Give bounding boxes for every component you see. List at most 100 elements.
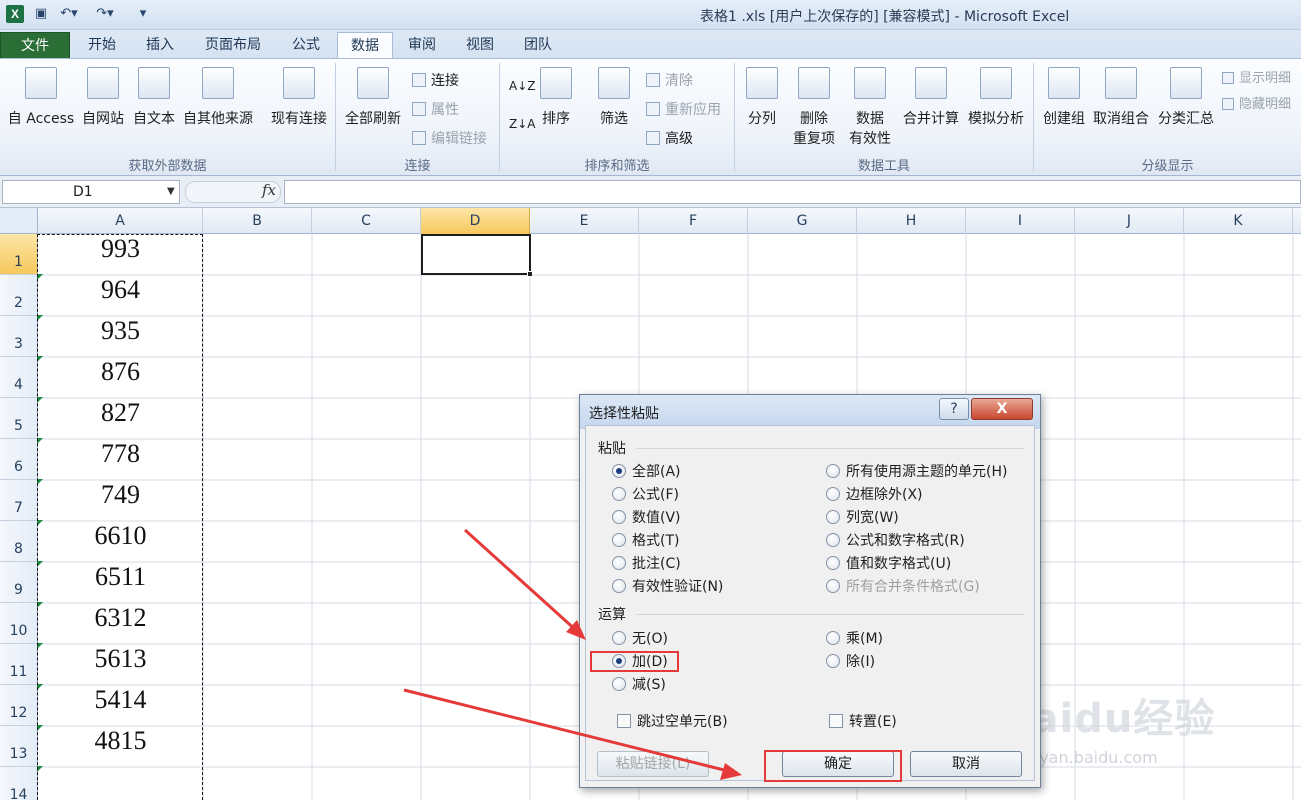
sort-ascending-icon[interactable]: A↓Z bbox=[509, 79, 535, 93]
paste-section-label: 粘贴 bbox=[598, 441, 626, 457]
column-header-b[interactable]: B bbox=[203, 208, 312, 234]
column-header-k[interactable]: K bbox=[1184, 208, 1293, 234]
tab-insert[interactable]: 插入 bbox=[134, 32, 186, 59]
formula-input[interactable] bbox=[284, 180, 1301, 204]
dialog-title-bar[interactable]: 选择性粘贴 ? X bbox=[580, 395, 1040, 429]
paste-option[interactable]: 格式(T) bbox=[612, 531, 679, 551]
redo-icon[interactable]: ↷▾ bbox=[94, 5, 116, 23]
column-header-d[interactable]: D bbox=[421, 208, 530, 234]
row-header-1[interactable]: 1 bbox=[0, 234, 37, 275]
save-icon[interactable]: ▣ bbox=[32, 5, 50, 23]
text-to-columns-button[interactable]: 分列 bbox=[744, 67, 780, 129]
operation-option[interactable]: 除(I) bbox=[826, 652, 875, 672]
tab-view[interactable]: 视图 bbox=[454, 32, 506, 59]
sort-button[interactable]: 排序 bbox=[538, 67, 574, 129]
sort-descending-icon[interactable]: Z↓A bbox=[509, 117, 535, 131]
consolidate-button[interactable]: 合并计算 bbox=[900, 67, 962, 129]
paste-option[interactable]: 有效性验证(N) bbox=[612, 577, 723, 597]
cancel-button[interactable]: 取消 bbox=[910, 751, 1022, 777]
hide-detail-button[interactable]: 隐藏明细 bbox=[1222, 93, 1291, 112]
transpose-checkbox[interactable]: 转置(E) bbox=[829, 712, 897, 732]
row-header-2[interactable]: 2 bbox=[0, 275, 37, 316]
from-web-button[interactable]: 自网站 bbox=[78, 67, 128, 129]
column-header-c[interactable]: C bbox=[312, 208, 421, 234]
select-all-corner[interactable] bbox=[0, 208, 38, 234]
from-other-sources-button[interactable]: 自其他来源 bbox=[180, 67, 256, 129]
advanced-filter-button[interactable]: 高级 bbox=[646, 128, 693, 148]
ungroup-button[interactable]: 取消组合 bbox=[1090, 67, 1152, 129]
active-cell-d1[interactable] bbox=[421, 234, 531, 275]
operation-option[interactable]: 乘(M) bbox=[826, 629, 883, 649]
paste-option[interactable]: 公式和数字格式(R) bbox=[826, 531, 965, 551]
row-header-8[interactable]: 8 bbox=[0, 521, 37, 562]
tab-page-layout[interactable]: 页面布局 bbox=[196, 32, 270, 59]
formula-bar: D1 ▼ fx bbox=[0, 176, 1301, 208]
subtotal-button[interactable]: 分类汇总 bbox=[1155, 67, 1217, 129]
chevron-down-icon[interactable]: ▼ bbox=[167, 181, 175, 203]
properties-button[interactable]: 属性 bbox=[412, 99, 459, 119]
refresh-all-button[interactable]: 全部刷新 bbox=[342, 67, 404, 129]
column-header-g[interactable]: G bbox=[748, 208, 857, 234]
edit-links-button[interactable]: 编辑链接 bbox=[412, 128, 487, 148]
column-header-j[interactable]: J bbox=[1075, 208, 1184, 234]
paste-option-label: 列宽(W) bbox=[846, 510, 899, 526]
paste-option[interactable]: 所有使用源主题的单元(H) bbox=[826, 462, 1007, 482]
tab-formulas[interactable]: 公式 bbox=[280, 32, 332, 59]
what-if-analysis-button[interactable]: 模拟分析 bbox=[965, 67, 1027, 129]
row-headers: 1 2 3 4 5 6 7 8 9 10 11 12 13 14 bbox=[0, 234, 38, 800]
operation-option[interactable]: 减(S) bbox=[612, 675, 666, 695]
connections-button[interactable]: 连接 bbox=[412, 70, 459, 90]
name-box[interactable]: D1 ▼ bbox=[2, 180, 180, 204]
paste-option[interactable]: 所有合并条件格式(G) bbox=[826, 577, 980, 597]
help-icon[interactable]: ? bbox=[939, 398, 969, 420]
tab-data[interactable]: 数据 bbox=[337, 32, 393, 60]
column-header-e[interactable]: E bbox=[530, 208, 639, 234]
row-header-5[interactable]: 5 bbox=[0, 398, 37, 439]
row-header-3[interactable]: 3 bbox=[0, 316, 37, 357]
tab-home[interactable]: 开始 bbox=[76, 32, 128, 59]
column-header-h[interactable]: H bbox=[857, 208, 966, 234]
excel-app-icon[interactable]: X bbox=[6, 5, 24, 23]
from-text-button[interactable]: 自文本 bbox=[130, 67, 178, 129]
column-header-a[interactable]: A bbox=[38, 208, 203, 234]
reapply-button[interactable]: 重新应用 bbox=[646, 99, 721, 119]
paste-option[interactable]: 数值(V) bbox=[612, 508, 681, 528]
customize-quick-access-icon[interactable]: ▾ bbox=[136, 5, 150, 23]
row-header-11[interactable]: 11 bbox=[0, 644, 37, 685]
remove-duplicates-button[interactable]: 删除 重复项 bbox=[790, 67, 838, 149]
insert-function-icon[interactable]: fx bbox=[262, 181, 276, 199]
copy-marquee bbox=[37, 234, 203, 800]
paste-option[interactable]: 边框除外(X) bbox=[826, 485, 923, 505]
show-detail-button[interactable]: 显示明细 bbox=[1222, 67, 1291, 86]
paste-option[interactable]: 公式(F) bbox=[612, 485, 679, 505]
row-header-14[interactable]: 14 bbox=[0, 767, 37, 800]
close-icon[interactable]: X bbox=[971, 398, 1033, 420]
paste-option[interactable]: 列宽(W) bbox=[826, 508, 899, 528]
row-header-6[interactable]: 6 bbox=[0, 439, 37, 480]
from-access-button[interactable]: 自 Access bbox=[6, 67, 76, 129]
row-header-7[interactable]: 7 bbox=[0, 480, 37, 521]
group-button[interactable]: 创建组 bbox=[1040, 67, 1088, 129]
row-header-4[interactable]: 4 bbox=[0, 357, 37, 398]
row-header-10[interactable]: 10 bbox=[0, 603, 37, 644]
clear-filter-button[interactable]: 清除 bbox=[646, 70, 693, 90]
skip-blanks-checkbox[interactable]: 跳过空单元(B) bbox=[617, 712, 728, 732]
fill-handle[interactable] bbox=[527, 271, 533, 277]
row-header-9[interactable]: 9 bbox=[0, 562, 37, 603]
existing-connections-button[interactable]: 现有连接 bbox=[266, 67, 332, 129]
paste-link-button[interactable]: 粘贴链接(L) bbox=[597, 751, 709, 777]
tab-file[interactable]: 文件 bbox=[0, 32, 70, 59]
row-header-12[interactable]: 12 bbox=[0, 685, 37, 726]
paste-option[interactable]: 值和数字格式(U) bbox=[826, 554, 951, 574]
paste-option[interactable]: 全部(A) bbox=[612, 462, 681, 482]
filter-button[interactable]: 筛选 bbox=[596, 67, 632, 129]
tab-team[interactable]: 团队 bbox=[512, 32, 564, 59]
column-header-f[interactable]: F bbox=[639, 208, 748, 234]
undo-icon[interactable]: ↶▾ bbox=[58, 5, 80, 23]
column-header-i[interactable]: I bbox=[966, 208, 1075, 234]
data-validation-button[interactable]: 数据 有效性 bbox=[842, 67, 898, 149]
row-header-13[interactable]: 13 bbox=[0, 726, 37, 767]
paste-option[interactable]: 批注(C) bbox=[612, 554, 681, 574]
operation-option[interactable]: 无(O) bbox=[612, 629, 668, 649]
tab-review[interactable]: 审阅 bbox=[396, 32, 448, 59]
